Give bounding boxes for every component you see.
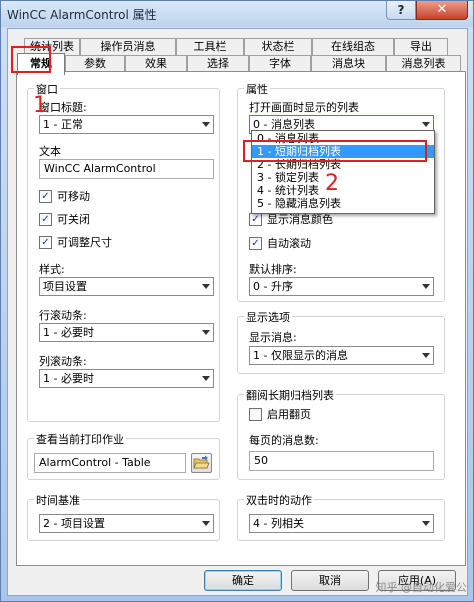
properties-group-title: 属性 bbox=[244, 81, 270, 97]
longterm-archive-group: 翻阅长期归档列表 启用翻页 每页的消息数: 50 bbox=[237, 387, 445, 480]
resizable-checkbox[interactable]: ✓ bbox=[39, 236, 52, 249]
tab-effects[interactable]: 效果 bbox=[125, 55, 187, 72]
paging-label: 启用翻页 bbox=[267, 408, 311, 421]
annotation-number-1: 1 bbox=[33, 93, 47, 118]
double-click-select[interactable]: 4 - 列相关 bbox=[249, 514, 434, 533]
per-page-label: 每页的消息数: bbox=[249, 434, 319, 447]
dropdown-option-5[interactable]: 5 - 隐藏消息列表 bbox=[252, 197, 434, 210]
tab-selection[interactable]: 选择 bbox=[187, 55, 249, 72]
row-scrollbar-select[interactable]: 1 - 必要时 bbox=[39, 323, 214, 342]
display-options-group-title: 显示选项 bbox=[244, 309, 292, 325]
dropdown-option-4[interactable]: 4 - 统计列表 bbox=[252, 184, 434, 197]
show-color-label: 显示消息颜色 bbox=[267, 213, 333, 226]
tab-export[interactable]: 导出 bbox=[394, 38, 448, 55]
tab-operator-messages[interactable]: 操作员消息 bbox=[80, 38, 176, 55]
column-scrollbar-label: 列滚动条: bbox=[39, 355, 87, 368]
open-list-dropdown: 0 - 消息列表 1 - 短期归档列表 2 - 长期归档列表 3 - 锁定列表 … bbox=[251, 130, 435, 214]
double-click-group-title: 双击时的动作 bbox=[244, 492, 314, 508]
display-options-group: 显示选项 显示消息: 1 - 仅限显示的消息 bbox=[237, 309, 445, 374]
annotation-number-2: 2 bbox=[325, 171, 339, 196]
autoscroll-checkbox[interactable]: ✓ bbox=[249, 237, 262, 250]
tab-message-blocks[interactable]: 消息块 bbox=[311, 55, 386, 72]
row-scrollbar-label: 行滚动条: bbox=[39, 309, 87, 322]
show-messages-label: 显示消息: bbox=[249, 331, 297, 344]
dropdown-option-2[interactable]: 2 - 长期归档列表 bbox=[252, 158, 434, 171]
movable-label: 可移动 bbox=[57, 190, 90, 203]
chevron-down-icon bbox=[422, 284, 430, 289]
caption-value: 1 - 正常 bbox=[43, 118, 83, 131]
resizable-label: 可调整尺寸 bbox=[57, 236, 112, 249]
chevron-down-icon bbox=[422, 521, 430, 526]
tab-statusbar[interactable]: 状态栏 bbox=[244, 38, 312, 55]
show-messages-select[interactable]: 1 - 仅限显示的消息 bbox=[249, 346, 434, 365]
title-bar[interactable]: WinCC AlarmControl 属性 ? ✕ bbox=[1, 1, 473, 27]
open-list-label: 打开画面时显示的列表 bbox=[249, 101, 359, 114]
dropdown-option-0[interactable]: 0 - 消息列表 bbox=[252, 132, 434, 145]
print-job-input[interactable]: AlarmControl - Table bbox=[34, 453, 186, 473]
show-messages-value: 1 - 仅限显示的消息 bbox=[253, 349, 348, 362]
cancel-button[interactable]: 取消 bbox=[291, 570, 369, 591]
tab-parameters[interactable]: 参数 bbox=[65, 55, 125, 72]
tab-toolbar[interactable]: 工具栏 bbox=[176, 38, 244, 55]
window-group: 窗口 窗口标题: 1 - 正常 文本 WinCC AlarmControl ✓ … bbox=[27, 81, 220, 422]
tab-font[interactable]: 字体 bbox=[249, 55, 311, 72]
style-value: 项目设置 bbox=[43, 280, 87, 293]
chevron-down-icon bbox=[202, 122, 210, 127]
sort-label: 默认排序: bbox=[249, 263, 297, 276]
chevron-down-icon bbox=[202, 330, 210, 335]
window-title: WinCC AlarmControl 属性 bbox=[7, 8, 157, 22]
double-click-value: 4 - 列相关 bbox=[253, 517, 304, 530]
column-scrollbar-value: 1 - 必要时 bbox=[43, 372, 94, 385]
tab-message-list[interactable]: 消息列表 bbox=[386, 55, 461, 72]
time-base-group-title: 时间基准 bbox=[34, 492, 82, 508]
dialog-window: WinCC AlarmControl 属性 ? ✕ 统计列表 操作员消息 工具栏… bbox=[0, 0, 474, 602]
style-select[interactable]: 项目设置 bbox=[39, 277, 214, 296]
watermark: 知乎 @自动化爱公 bbox=[375, 581, 468, 594]
autoscroll-label: 自动滚动 bbox=[267, 237, 311, 250]
tab-general[interactable]: 常规 bbox=[17, 53, 65, 75]
time-base-group: 时间基准 2 - 项目设置 bbox=[27, 492, 220, 541]
print-job-group-title: 查看当前打印作业 bbox=[34, 431, 126, 447]
chevron-down-icon bbox=[422, 122, 430, 127]
paging-checkbox[interactable] bbox=[249, 408, 262, 421]
chevron-down-icon bbox=[422, 353, 430, 358]
closable-label: 可关闭 bbox=[57, 213, 90, 226]
text-label: 文本 bbox=[39, 145, 61, 158]
column-scrollbar-select[interactable]: 1 - 必要时 bbox=[39, 369, 214, 388]
chevron-down-icon bbox=[202, 521, 210, 526]
dropdown-option-3[interactable]: 3 - 锁定列表 bbox=[252, 171, 434, 184]
browse-button[interactable] bbox=[191, 453, 212, 473]
show-color-checkbox[interactable]: ✓ bbox=[249, 213, 262, 226]
row-scrollbar-value: 1 - 必要时 bbox=[43, 326, 94, 339]
ok-button[interactable]: 确定 bbox=[204, 570, 282, 591]
print-job-group: 查看当前打印作业 AlarmControl - Table bbox=[27, 431, 220, 480]
folder-open-icon bbox=[193, 455, 210, 469]
sort-select[interactable]: 0 - 升序 bbox=[249, 277, 434, 296]
longterm-archive-group-title: 翻阅长期归档列表 bbox=[244, 387, 336, 403]
chevron-down-icon bbox=[202, 376, 210, 381]
dropdown-option-1[interactable]: 1 - 短期归档列表 bbox=[252, 145, 434, 158]
time-base-value: 2 - 项目设置 bbox=[43, 517, 105, 530]
help-button[interactable]: ? bbox=[386, 1, 416, 20]
chevron-down-icon bbox=[202, 284, 210, 289]
close-button[interactable]: ✕ bbox=[416, 1, 468, 20]
closable-checkbox[interactable]: ✓ bbox=[39, 213, 52, 226]
time-base-select[interactable]: 2 - 项目设置 bbox=[39, 514, 214, 533]
text-input[interactable]: WinCC AlarmControl bbox=[39, 159, 214, 179]
double-click-group: 双击时的动作 4 - 列相关 bbox=[237, 492, 445, 541]
sort-value: 0 - 升序 bbox=[253, 280, 293, 293]
movable-checkbox[interactable]: ✓ bbox=[39, 190, 52, 203]
per-page-input[interactable]: 50 bbox=[249, 451, 434, 471]
tab-online-config[interactable]: 在线组态 bbox=[312, 38, 394, 55]
style-label: 样式: bbox=[39, 263, 65, 276]
caption-select[interactable]: 1 - 正常 bbox=[39, 115, 214, 134]
